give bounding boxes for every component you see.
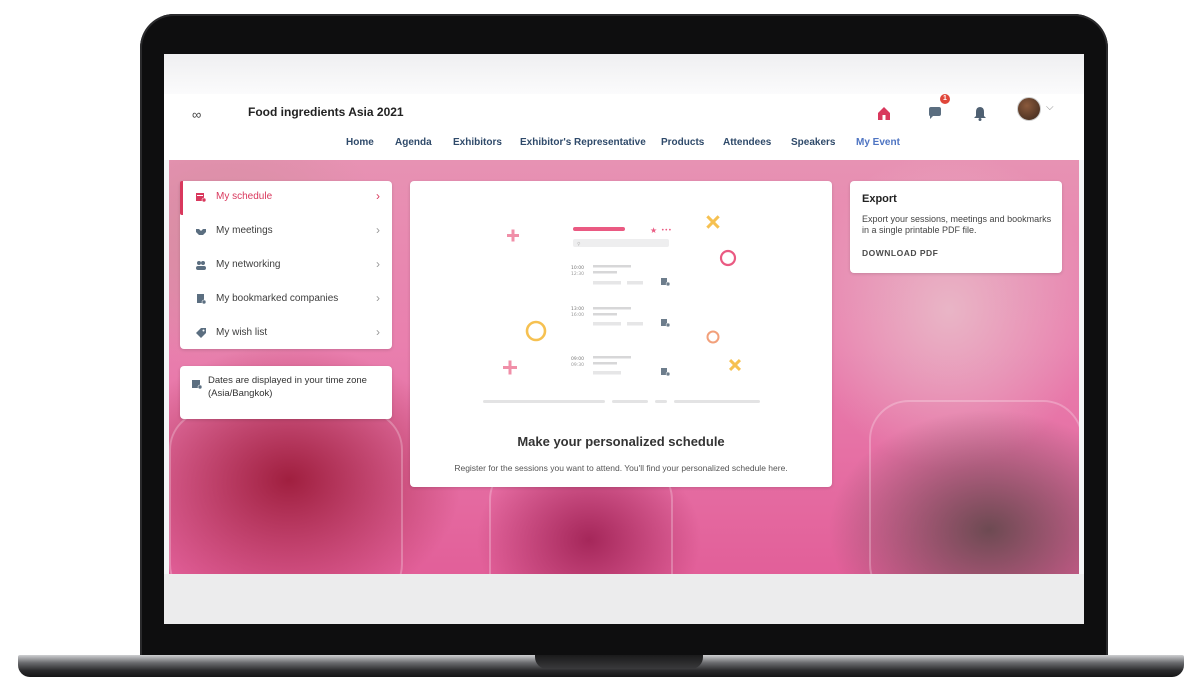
nav-home[interactable]: Home <box>346 137 374 148</box>
svg-text:★: ★ <box>650 226 657 235</box>
people-icon <box>196 261 206 270</box>
empty-state-title: Make your personalized schedule <box>517 434 725 449</box>
menu-item-label: My meetings <box>216 225 273 236</box>
svg-text:•••: ••• <box>661 227 672 234</box>
globe-calendar-icon <box>192 380 202 389</box>
timezone-text: Dates are displayed in your time zone (A… <box>208 375 367 399</box>
calendar-icon <box>661 278 671 287</box>
calendar-icon <box>661 368 671 377</box>
app-title: Food ingredients Asia 2021 <box>248 105 404 119</box>
chevron-right-icon: › <box>376 257 380 271</box>
nav-agenda[interactable]: Agenda <box>395 137 432 148</box>
chevron-right-icon: › <box>376 291 380 305</box>
chat-icon[interactable] <box>927 104 945 122</box>
time-start: 09:00 <box>571 356 584 362</box>
logo-icon[interactable]: ∞ <box>192 107 201 122</box>
menu-item-my-bookmarked-companies[interactable]: My bookmarked companies › <box>180 283 392 317</box>
time-end: 16:00 <box>571 312 584 318</box>
chevron-down-icon[interactable]: ⌵ <box>1046 102 1054 113</box>
plus-icon <box>503 360 517 375</box>
time-end: 12:30 <box>571 271 584 277</box>
menu-item-label: My networking <box>216 259 281 270</box>
jar-decoration <box>169 410 403 574</box>
schedule-illustration: ★ ••• ⚲ 10:00 12:30 13:00 16:00 09:00 09… <box>483 215 760 403</box>
nav-my-event[interactable]: My Event <box>856 137 900 148</box>
cross-icon <box>706 215 720 229</box>
menu-item-my-networking[interactable]: My networking › <box>180 249 392 283</box>
chevron-right-icon: › <box>376 189 380 203</box>
svg-text:⚲: ⚲ <box>577 242 581 248</box>
chevron-right-icon: › <box>376 223 380 237</box>
circle-icon <box>719 249 737 267</box>
export-title: Export <box>862 193 897 205</box>
bookmark-icon <box>197 294 206 304</box>
export-card: Export Export your sessions, meetings an… <box>850 181 1062 273</box>
nav-speakers[interactable]: Speakers <box>791 137 835 148</box>
handshake-icon <box>196 229 206 235</box>
my-event-menu: My schedule › My meetings › My networkin… <box>180 181 392 349</box>
laptop-notch <box>535 655 703 669</box>
bell-icon[interactable] <box>971 104 989 122</box>
main-nav: Home Agenda Exhibitors Exhibitor's Repre… <box>164 137 1084 153</box>
jar-decoration <box>869 400 1079 574</box>
notification-badge: 1 <box>940 94 950 104</box>
menu-item-my-schedule[interactable]: My schedule › <box>180 181 392 215</box>
menu-item-label: My wish list <box>216 327 268 338</box>
menu-item-my-wish-list[interactable]: My wish list › <box>180 317 392 351</box>
menu-item-my-meetings[interactable]: My meetings › <box>180 215 392 249</box>
empty-state-subtitle: Register for the sessions you want to at… <box>454 463 788 473</box>
plus-icon <box>507 229 519 242</box>
export-description: Export your sessions, meetings and bookm… <box>862 214 1052 235</box>
download-pdf-button[interactable]: DOWNLOAD PDF <box>862 248 938 258</box>
cross-icon <box>728 358 742 372</box>
home-icon[interactable] <box>875 104 893 122</box>
screen: ∞ Food ingredients Asia 2021 1 ⌵ Home Ag… <box>164 54 1084 624</box>
calendar-icon <box>661 319 671 328</box>
calendar-icon <box>196 193 206 202</box>
timezone-notice: Dates are displayed in your time zone (A… <box>180 366 392 419</box>
browser-top-band <box>164 54 1084 94</box>
tag-icon <box>196 328 206 338</box>
time-start: 13:00 <box>571 306 584 312</box>
chevron-right-icon: › <box>376 325 380 339</box>
nav-exhibitors-representative[interactable]: Exhibitor's Representative <box>520 137 646 148</box>
avatar[interactable] <box>1017 97 1041 121</box>
app-header: ∞ Food ingredients Asia 2021 1 ⌵ Home Ag… <box>164 94 1084 160</box>
menu-item-label: My bookmarked companies <box>216 293 339 304</box>
circle-icon <box>706 330 720 344</box>
empty-schedule-card: ★ ••• ⚲ 10:00 12:30 13:00 16:00 09:00 09… <box>410 181 832 487</box>
menu-item-label: My schedule <box>216 191 273 202</box>
circle-icon <box>525 320 547 342</box>
nav-exhibitors[interactable]: Exhibitors <box>453 137 502 148</box>
page-bottom-band <box>164 574 1084 624</box>
nav-attendees[interactable]: Attendees <box>723 137 771 148</box>
nav-products[interactable]: Products <box>661 137 704 148</box>
time-end: 09:30 <box>571 362 584 368</box>
time-start: 10:00 <box>571 265 584 271</box>
